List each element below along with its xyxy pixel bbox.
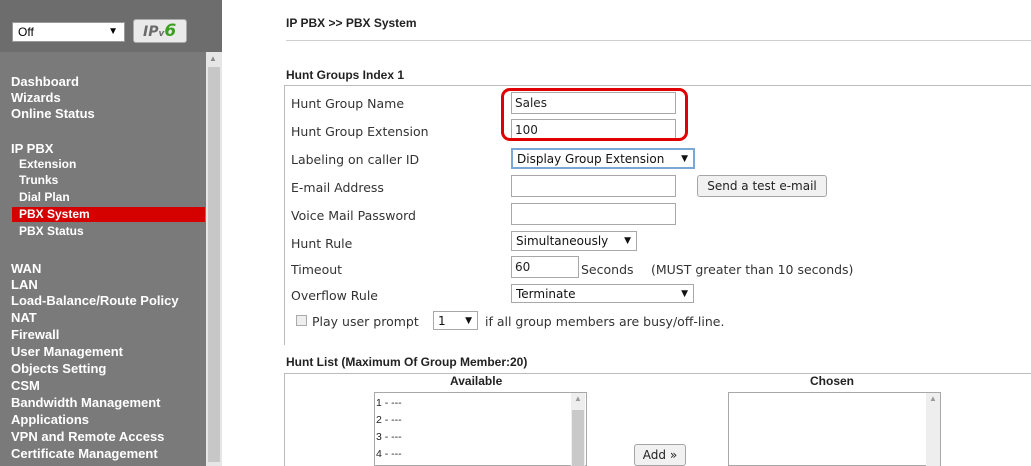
prompt-number-value: 1: [438, 314, 446, 328]
breadcrumb: IP PBX >> PBX System: [286, 16, 417, 30]
add-button[interactable]: Add »: [634, 444, 686, 466]
labeling-label: Labeling on caller ID: [291, 152, 420, 167]
available-scrollbar[interactable]: ▲: [571, 393, 585, 466]
menu-wan[interactable]: WAN: [11, 262, 41, 276]
menu-csm[interactable]: CSM: [11, 379, 40, 393]
timeout-input[interactable]: 60: [511, 256, 579, 278]
menu-dial-plan[interactable]: Dial Plan: [19, 191, 70, 204]
hunt-rule-label: Hunt Rule: [291, 236, 353, 251]
divider: [286, 40, 1031, 41]
menu-trunks[interactable]: Trunks: [19, 174, 58, 187]
menu-vpn[interactable]: VPN and Remote Access: [11, 430, 164, 444]
group-extension-label: Hunt Group Extension: [291, 124, 429, 139]
available-header: Available: [450, 374, 503, 388]
email-input[interactable]: [511, 175, 676, 197]
hunt-rule-value: Simultaneously: [516, 234, 609, 248]
group-name-label: Hunt Group Name: [291, 96, 405, 111]
timeout-unit: Seconds: [581, 262, 634, 277]
email-label: E-mail Address: [291, 180, 384, 195]
mode-select[interactable]: Off ▼: [12, 22, 125, 42]
menu-firewall[interactable]: Firewall: [11, 328, 59, 342]
list-item[interactable]: 1 - ---: [376, 397, 402, 409]
chevron-down-icon: ▼: [624, 236, 631, 246]
section-title: Hunt Groups Index 1: [286, 68, 405, 82]
menu-pbx-status[interactable]: PBX Status: [19, 225, 84, 238]
menu-load-balance[interactable]: Load-Balance/Route Policy: [11, 294, 179, 308]
highlight-annotation: [501, 88, 688, 141]
sidebar-scrollbar[interactable]: ▲: [206, 52, 222, 466]
chevron-down-icon: ▼: [681, 289, 688, 299]
play-prompt-suffix: if all group members are busy/off-line.: [485, 314, 725, 329]
available-listbox[interactable]: [374, 392, 587, 466]
menu-bandwidth[interactable]: Bandwidth Management: [11, 396, 161, 410]
menu-online-status[interactable]: Online Status: [11, 107, 95, 121]
ipv6-prefix: IP: [143, 24, 159, 40]
menu-applications[interactable]: Applications: [11, 413, 89, 427]
menu-ip-pbx[interactable]: IP PBX: [11, 142, 53, 156]
scroll-up-icon[interactable]: ▲: [929, 394, 937, 403]
menu-nat[interactable]: NAT: [11, 311, 37, 325]
scroll-up-icon[interactable]: ▲: [574, 394, 582, 403]
timeout-label: Timeout: [291, 262, 343, 277]
chevron-down-icon: ▼: [681, 154, 688, 164]
ipv6-button[interactable]: IPv6: [133, 19, 187, 43]
send-test-email-button[interactable]: Send a test e-mail: [697, 175, 827, 197]
labeling-select-value: Display Group Extension: [517, 152, 665, 166]
play-prompt-text: Play user prompt: [312, 314, 419, 329]
voicemail-password-input[interactable]: [511, 203, 676, 225]
prompt-number-select[interactable]: 1 ▼: [433, 311, 478, 330]
chosen-listbox[interactable]: [728, 392, 941, 466]
menu-extension[interactable]: Extension: [19, 158, 76, 171]
overflow-rule-select[interactable]: Terminate ▼: [511, 284, 694, 303]
ipv6-num: 6: [164, 21, 177, 41]
menu-pbx-system[interactable]: PBX System: [19, 208, 90, 221]
menu-objects-setting[interactable]: Objects Setting: [11, 362, 106, 376]
chosen-header: Chosen: [810, 374, 855, 388]
chevron-down-icon: ▼: [108, 26, 118, 37]
available-scroll-thumb[interactable]: [572, 410, 584, 466]
menu-lan[interactable]: LAN: [11, 278, 38, 292]
sidebar: Off ▼ IPv6 Dashboard Wizards Online Stat…: [0, 0, 222, 466]
scroll-up-icon[interactable]: ▲: [209, 54, 217, 63]
voicemail-password-label: Voice Mail Password: [291, 208, 416, 223]
play-prompt-checkbox[interactable]: [296, 315, 307, 326]
sidebar-scroll-thumb[interactable]: [208, 67, 220, 462]
menu-dashboard[interactable]: Dashboard: [11, 75, 79, 89]
list-item[interactable]: 3 - ---: [376, 431, 402, 443]
hunt-list-title: Hunt List (Maximum Of Group Member:20): [286, 355, 528, 369]
timeout-note: (MUST greater than 10 seconds): [651, 262, 854, 277]
overflow-rule-value: Terminate: [516, 287, 576, 301]
menu-certificate[interactable]: Certificate Management: [11, 447, 158, 461]
menu-wizards[interactable]: Wizards: [11, 91, 61, 105]
hunt-rule-select[interactable]: Simultaneously ▼: [511, 231, 637, 251]
list-item[interactable]: 4 - ---: [376, 448, 402, 460]
list-item[interactable]: 2 - ---: [376, 414, 402, 426]
chosen-scrollbar[interactable]: ▲: [926, 393, 940, 466]
chevron-down-icon: ▼: [465, 316, 472, 326]
mode-select-value: Off: [18, 25, 34, 39]
menu-user-management[interactable]: User Management: [11, 345, 123, 359]
labeling-select[interactable]: Display Group Extension ▼: [511, 148, 695, 169]
overflow-rule-label: Overflow Rule: [291, 288, 378, 303]
